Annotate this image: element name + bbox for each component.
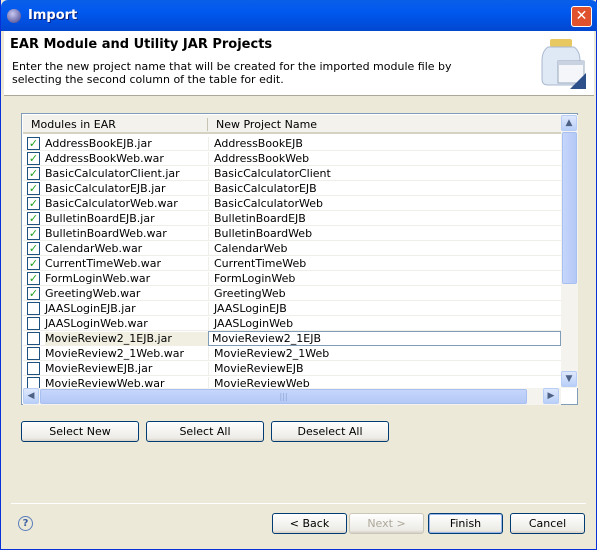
table-row[interactable]: MovieReviewEJB.jar MovieReviewEJB xyxy=(23,361,561,376)
back-button[interactable]: < Back xyxy=(272,513,347,534)
project-name-cell[interactable]: CalendarWeb xyxy=(208,242,561,256)
finish-button[interactable]: Finish xyxy=(428,513,503,534)
module-name-cell[interactable]: MovieReviewEJB.jar xyxy=(45,362,208,376)
module-name-cell[interactable]: BasicCalculatorEJB.jar xyxy=(45,182,208,196)
project-name-cell[interactable]: BulletinBoardEJB xyxy=(208,212,561,226)
table-row[interactable]: MovieReview2_1Web.war MovieReview2_1Web xyxy=(23,346,561,361)
next-button[interactable]: Next > xyxy=(349,513,424,534)
module-name-cell[interactable]: JAASLoginEJB.jar xyxy=(45,302,208,316)
row-checkbox[interactable]: ✓ xyxy=(27,197,40,210)
column-header-project-name[interactable]: New Project Name xyxy=(216,118,317,131)
row-checkbox[interactable]: ✓ xyxy=(27,167,40,180)
module-name-cell[interactable]: CalendarWeb.war xyxy=(45,242,208,256)
row-checkbox[interactable]: ✓ xyxy=(27,212,40,225)
table-row[interactable]: ✓ AddressBookEJB.jar AddressBookEJB xyxy=(23,136,561,151)
horizontal-scroll-thumb[interactable]: ||| xyxy=(40,389,527,404)
cancel-button[interactable]: Cancel xyxy=(510,513,585,534)
table-row[interactable]: ✓ AddressBookWeb.war AddressBookWeb xyxy=(23,151,561,166)
table-row[interactable]: ✓ FormLoginWeb.war FormLoginWeb xyxy=(23,271,561,286)
scroll-right-button[interactable]: ▶ xyxy=(543,388,559,404)
row-checkbox[interactable] xyxy=(27,302,40,315)
import-dialog: Import ✕ EAR Module and Utility JAR Proj… xyxy=(0,0,597,550)
project-name-cell[interactable]: BasicCalculatorClient xyxy=(208,167,561,181)
help-icon[interactable]: ? xyxy=(18,516,33,531)
module-name-cell[interactable]: BulletinBoardEJB.jar xyxy=(45,212,208,226)
vertical-scrollbar[interactable]: ▲ ▼ xyxy=(561,115,578,388)
table-row[interactable]: ✓ BulletinBoardEJB.jar BulletinBoardEJB xyxy=(23,211,561,226)
close-button[interactable]: ✕ xyxy=(571,6,592,27)
module-name-cell[interactable]: BulletinBoardWeb.war xyxy=(45,227,208,241)
column-separator xyxy=(207,118,208,131)
page-description: Enter the new project name that will be … xyxy=(12,60,452,86)
module-name-cell[interactable]: MovieReview2_1EJB.jar xyxy=(45,332,208,346)
scroll-down-button[interactable]: ▼ xyxy=(561,371,577,387)
project-name-cell[interactable]: JAASLoginEJB xyxy=(208,302,561,316)
row-checkbox[interactable] xyxy=(27,317,40,330)
project-name-cell[interactable]: GreetingWeb xyxy=(208,287,561,301)
module-name-cell[interactable]: CurrentTimeWeb.war xyxy=(45,257,208,271)
horizontal-scrollbar[interactable]: ◀ ||| ▶ xyxy=(23,388,561,405)
project-name-cell[interactable]: MovieReviewEJB xyxy=(208,362,561,376)
row-checkbox[interactable] xyxy=(27,347,40,360)
project-name-cell[interactable]: MovieReview2_1Web xyxy=(208,347,561,361)
module-name-cell[interactable]: MovieReview2_1Web.war xyxy=(45,347,208,361)
row-checkbox[interactable]: ✓ xyxy=(27,152,40,165)
module-name-cell[interactable]: AddressBookWeb.war xyxy=(45,152,208,166)
table-row[interactable]: MovieReview2_1EJB.jar MovieReview2_1EJB xyxy=(23,331,561,346)
module-name-cell[interactable]: GreetingWeb.war xyxy=(45,287,208,301)
vertical-scroll-thumb[interactable] xyxy=(562,132,577,284)
column-header-modules[interactable]: Modules in EAR xyxy=(31,118,116,131)
table-row[interactable]: ✓ CalendarWeb.war CalendarWeb xyxy=(23,241,561,256)
row-checkbox[interactable]: ✓ xyxy=(27,287,40,300)
footer-separator xyxy=(11,503,586,504)
table-row[interactable]: ✓ BasicCalculatorWeb.war BasicCalculator… xyxy=(23,196,561,211)
table-row[interactable]: ✓ BulletinBoardWeb.war BulletinBoardWeb xyxy=(23,226,561,241)
project-name-cell[interactable]: JAASLoginWeb xyxy=(208,317,561,331)
row-checkbox[interactable]: ✓ xyxy=(27,137,40,150)
project-name-cell[interactable]: CurrentTimeWeb xyxy=(208,257,561,271)
select-new-button[interactable]: Select New xyxy=(21,421,139,442)
module-name-cell[interactable]: BasicCalculatorWeb.war xyxy=(45,197,208,211)
table-row[interactable]: ✓ CurrentTimeWeb.war CurrentTimeWeb xyxy=(23,256,561,271)
modules-table: Modules in EAR New Project Name ✓ Addres… xyxy=(21,113,578,405)
module-name-cell[interactable]: JAASLoginWeb.war xyxy=(45,317,208,331)
eclipse-icon xyxy=(7,9,21,23)
table-row[interactable]: ✓ BasicCalculatorEJB.jar BasicCalculator… xyxy=(23,181,561,196)
window-title: Import xyxy=(28,8,78,23)
table-header: Modules in EAR New Project Name xyxy=(23,115,561,134)
page-title: EAR Module and Utility JAR Projects xyxy=(10,37,273,52)
row-checkbox[interactable]: ✓ xyxy=(27,257,40,270)
row-checkbox[interactable]: ✓ xyxy=(27,242,40,255)
scroll-left-button[interactable]: ◀ xyxy=(23,388,39,404)
project-name-cell[interactable]: BasicCalculatorWeb xyxy=(208,197,561,211)
table-row[interactable]: JAASLoginWeb.war JAASLoginWeb xyxy=(23,316,561,331)
scroll-up-button[interactable]: ▲ xyxy=(561,115,577,131)
project-name-cell[interactable]: BulletinBoardWeb xyxy=(208,227,561,241)
project-name-cell[interactable]: AddressBookEJB xyxy=(208,137,561,151)
project-name-cell[interactable]: FormLoginWeb xyxy=(208,272,561,286)
deselect-all-button[interactable]: Deselect All xyxy=(271,421,389,442)
jar-wizard-icon xyxy=(541,39,586,89)
row-checkbox[interactable]: ✓ xyxy=(27,182,40,195)
select-all-button[interactable]: Select All xyxy=(146,421,264,442)
title-bar[interactable]: Import ✕ xyxy=(1,0,597,31)
wizard-banner: EAR Module and Utility JAR Projects Ente… xyxy=(4,31,594,96)
table-row[interactable]: JAASLoginEJB.jar JAASLoginEJB xyxy=(23,301,561,316)
table-row[interactable]: ✓ BasicCalculatorClient.jar BasicCalcula… xyxy=(23,166,561,181)
row-checkbox[interactable] xyxy=(27,332,40,345)
project-name-cell[interactable]: BasicCalculatorEJB xyxy=(208,182,561,196)
table-row[interactable]: ✓ GreetingWeb.war GreetingWeb xyxy=(23,286,561,301)
project-name-input[interactable]: MovieReview2_1EJB xyxy=(208,331,561,346)
row-checkbox[interactable] xyxy=(27,362,40,375)
module-name-cell[interactable]: BasicCalculatorClient.jar xyxy=(45,167,208,181)
row-checkbox[interactable]: ✓ xyxy=(27,227,40,240)
row-checkbox[interactable]: ✓ xyxy=(27,272,40,285)
module-name-cell[interactable]: AddressBookEJB.jar xyxy=(45,137,208,151)
module-name-cell[interactable]: FormLoginWeb.war xyxy=(45,272,208,286)
project-name-cell[interactable]: AddressBookWeb xyxy=(208,152,561,166)
